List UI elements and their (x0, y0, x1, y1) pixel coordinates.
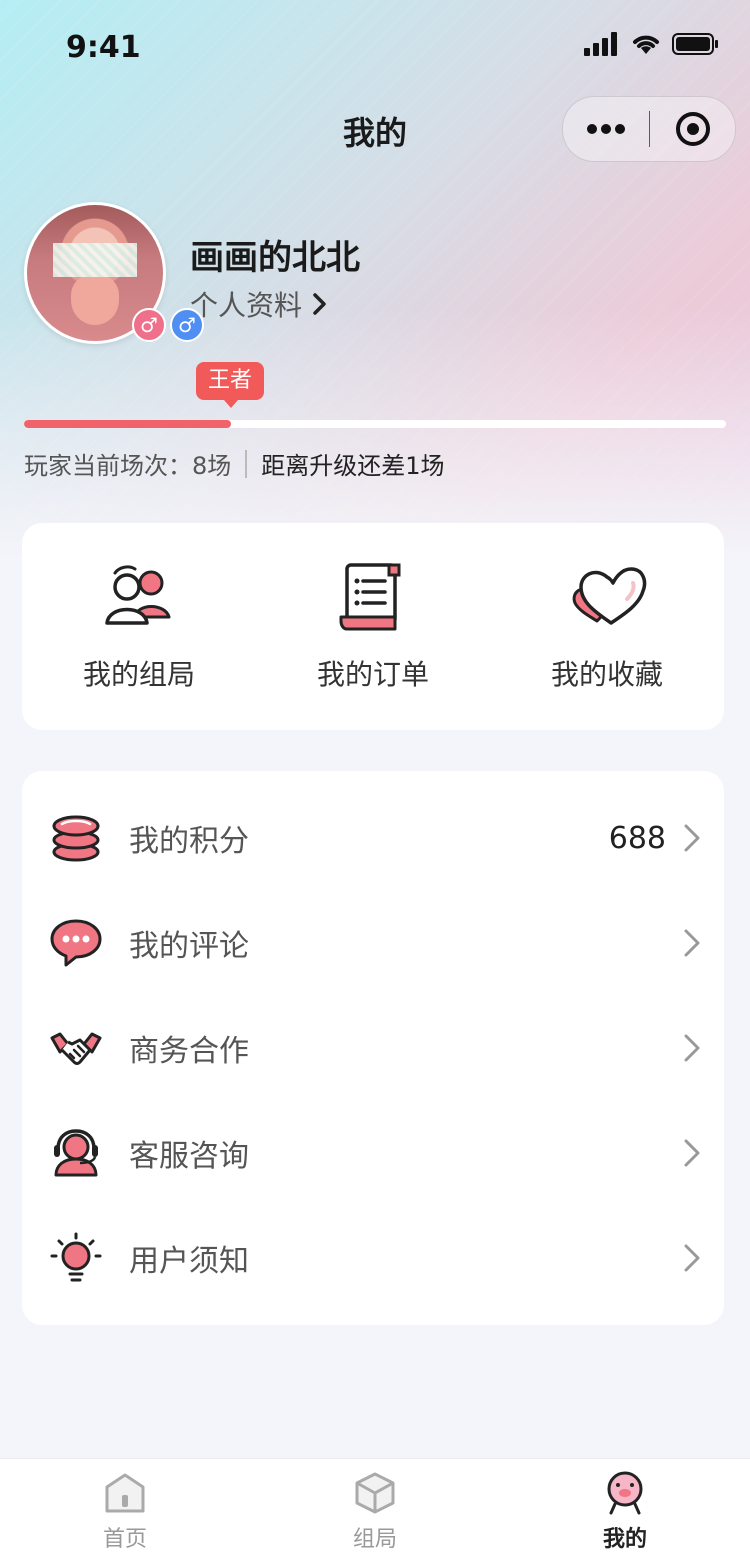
quick-actions-card: 我的组局 我的订单 我的收藏 (22, 523, 724, 730)
signal-icon (584, 32, 617, 56)
level-info-divider (245, 449, 248, 478)
level-progress-fill (24, 420, 232, 428)
battery-icon (672, 33, 718, 55)
more-button[interactable] (563, 97, 649, 161)
chevron-right-icon (684, 1034, 700, 1062)
chevron-right-icon (684, 824, 700, 852)
tab-label: 首页 (102, 1527, 147, 1552)
menu-item-label: 用户须知 (129, 1243, 249, 1279)
username: 画画的北北 (190, 238, 360, 278)
points-value: 688 (608, 820, 666, 856)
mine-icon (607, 1471, 643, 1515)
heart-icon (572, 566, 647, 625)
gender-icon: ♂ (132, 308, 166, 342)
quick-action-groups[interactable]: 我的组局 (29, 561, 249, 693)
games-played-text: 玩家当前场次：8场 (24, 452, 232, 480)
chevron-right-icon (313, 293, 326, 315)
level-badge: 王者 (196, 362, 265, 408)
menu-item-label: 商务合作 (129, 1033, 249, 1069)
quick-action-orders[interactable]: 我的订单 (263, 561, 483, 693)
quick-action-label: 我的订单 (316, 657, 429, 691)
comment-icon (50, 919, 102, 967)
tab-label: 我的 (602, 1527, 647, 1552)
menu-item-label: 我的积分 (129, 824, 249, 860)
status-icons (584, 32, 720, 56)
close-button[interactable] (650, 97, 735, 161)
quick-action-label: 我的组局 (82, 657, 195, 691)
chevron-right-icon (684, 929, 700, 957)
tab-label: 组局 (352, 1527, 397, 1552)
avatar-face (71, 275, 119, 325)
menu-item-label: 客服咨询 (129, 1138, 249, 1174)
cube-icon (355, 1472, 395, 1514)
mini-program-capsule (562, 96, 736, 162)
more-dots-icon (587, 124, 625, 134)
profile-link-label: 个人资料 (190, 289, 303, 322)
next-level-text: 距离升级还差1场 (261, 452, 445, 480)
tab-mine[interactable]: 我的 (500, 1459, 750, 1556)
menu-item-user-notice[interactable]: 用户须知 (22, 1205, 724, 1310)
level-progress-bar (24, 420, 726, 428)
tab-bar: 首页 组局 我的 (0, 1458, 750, 1556)
menu-item-comments[interactable]: 我的评论 (22, 891, 724, 996)
menu-item-label: 我的评论 (129, 929, 249, 965)
handshake-icon (50, 1032, 102, 1065)
profile-link[interactable]: 个人资料 (190, 284, 328, 324)
menu-item-business[interactable]: 商务合作 (22, 996, 724, 1101)
lightbulb-icon (50, 1232, 102, 1282)
order-icon (339, 562, 401, 630)
quick-action-label: 我的收藏 (550, 657, 663, 691)
avatar-mosaic (53, 243, 137, 277)
chevron-right-icon (684, 1244, 700, 1272)
chevron-right-icon (684, 1139, 700, 1167)
customer-service-icon (54, 1129, 98, 1177)
menu-card: 我的积分 688 我的评论 商务合作 客服咨询 用户须知 (22, 771, 724, 1325)
tab-home[interactable]: 首页 (0, 1459, 250, 1556)
coins-icon (52, 815, 100, 862)
quick-action-favorites[interactable]: 我的收藏 (497, 561, 717, 693)
menu-item-customer-service[interactable]: 客服咨询 (22, 1100, 724, 1205)
status-time: 9:41 (66, 30, 141, 65)
menu-item-points[interactable]: 我的积分 688 (22, 786, 724, 891)
group-icon (105, 564, 171, 625)
home-icon (105, 1473, 145, 1513)
tab-groups[interactable]: 组局 (250, 1459, 500, 1556)
wifi-icon (633, 35, 659, 54)
level-info: 玩家当前场次：8场 距离升级还差1场 (24, 446, 445, 481)
status-bar: 9:41 (0, 0, 750, 96)
target-close-icon (675, 112, 710, 146)
